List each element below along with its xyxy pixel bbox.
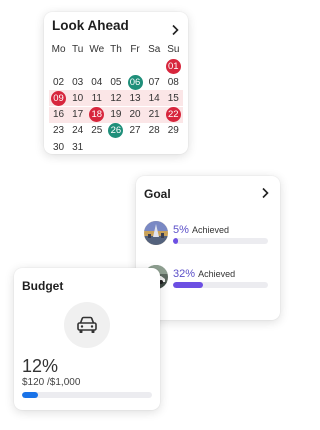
calendar-empty-cell [145,58,164,74]
calendar-empty-cell [87,139,106,155]
calendar-day[interactable]: 05 [106,74,125,90]
weekday-label: Sa [148,43,161,55]
calendar-day[interactable]: 31 [68,139,87,155]
calendar-day[interactable]: 07 [145,74,164,90]
goal-label: Achieved [191,225,229,235]
calendar-day[interactable]: 17 [68,107,87,123]
calendar-day[interactable]: 08 [164,74,183,90]
chevron-right-icon[interactable] [170,24,180,36]
calendar-day[interactable]: 21 [145,107,164,123]
goal-progress-fill [173,238,178,244]
calendar-day[interactable]: 14 [145,90,164,106]
calendar-week-row: 01 [49,58,183,74]
goal-progress-bar [173,282,268,288]
budget-card[interactable]: Budget 12% $120 /$1,000 [14,268,160,410]
calendar-day[interactable]: 02 [49,74,68,90]
calendar-day[interactable]: 01 [164,58,183,74]
calendar-week-row: 30 31 [49,139,183,155]
budget-progress-bar [22,392,152,398]
goal-progress-bar [173,238,268,244]
goal-item[interactable]: 32% Achieved [144,265,272,297]
weekday-label: Fr [130,43,140,55]
calendar-day[interactable]: 28 [145,123,164,139]
calendar-day[interactable]: 22 [164,107,183,123]
weekday-label: Su [167,43,180,55]
calendar-day[interactable]: 10 [68,90,87,106]
calendar-week-row: 09 10 11 12 13 14 15 [49,90,183,107]
calendar-empty-cell [106,139,125,155]
calendar-day[interactable]: 09 [49,90,68,106]
calendar-empty-cell [126,139,145,155]
goal-percent: 32% [173,268,196,280]
calendar-empty-cell [164,139,183,155]
calendar-empty-cell [145,139,164,155]
calendar-day[interactable]: 11 [87,90,106,106]
calendar-empty-cell [106,58,125,74]
calendar-day[interactable]: 25 [87,123,106,139]
calendar-day[interactable]: 24 [68,123,87,139]
car-icon [64,302,110,348]
calendar-empty-cell [87,58,106,74]
weekday-label: Mo [51,43,66,55]
calendar-day[interactable]: 27 [126,123,145,139]
calendar-day[interactable]: 12 [106,90,125,106]
weekday-label: Th [110,43,122,55]
calendar-day[interactable]: 30 [49,139,68,155]
weekday-label: We [89,43,105,55]
calendar-day[interactable]: 16 [49,107,68,123]
calendar-empty-cell [126,58,145,74]
calendar-empty-cell [68,58,87,74]
calendar-day[interactable]: 18 [87,107,106,123]
weekday-label: Tu [72,43,84,55]
budget-title: Budget [22,279,64,293]
budget-percent: 12% [22,356,59,376]
calendar-day[interactable]: 23 [49,123,68,139]
budget-progress-fill [22,392,38,398]
goal-progress-fill [173,282,204,288]
budget-amount: $120 /$1,000 [22,377,81,388]
calendar-week-row: 23 24 25 26 27 28 29 [49,123,183,139]
calendar-day[interactable]: 19 [106,107,125,123]
look-ahead-title: Look Ahead [52,18,129,33]
weekday-header: Mo Tu We Th Fr Sa Su [49,41,183,57]
look-ahead-card: Look Ahead Mo Tu We Th Fr Sa Su 01 02 03 04 05 06 07… [44,12,188,154]
calendar-week-row: 02 03 04 05 06 07 08 [49,74,183,90]
city-landmark-photo [144,221,168,245]
chevron-right-icon[interactable] [260,187,270,199]
calendar-day[interactable]: 20 [126,107,145,123]
calendar-day[interactable]: 26 [106,123,125,139]
goal-percent: 5% [173,224,189,236]
goal-title: Goal [144,187,171,201]
calendar-day[interactable]: 06 [126,74,145,90]
calendar-day[interactable]: 04 [87,74,106,90]
calendar-day[interactable]: 29 [164,123,183,139]
goal-label: Achieved [198,269,236,279]
calendar-empty-cell [49,58,68,74]
calendar-week-row: 16 17 18 19 20 21 22 [49,106,183,123]
calendar-day[interactable]: 03 [68,74,87,90]
calendar-day[interactable]: 15 [164,90,183,106]
calendar-day[interactable]: 13 [126,90,145,106]
goal-item[interactable]: 5% Achieved [144,221,272,253]
